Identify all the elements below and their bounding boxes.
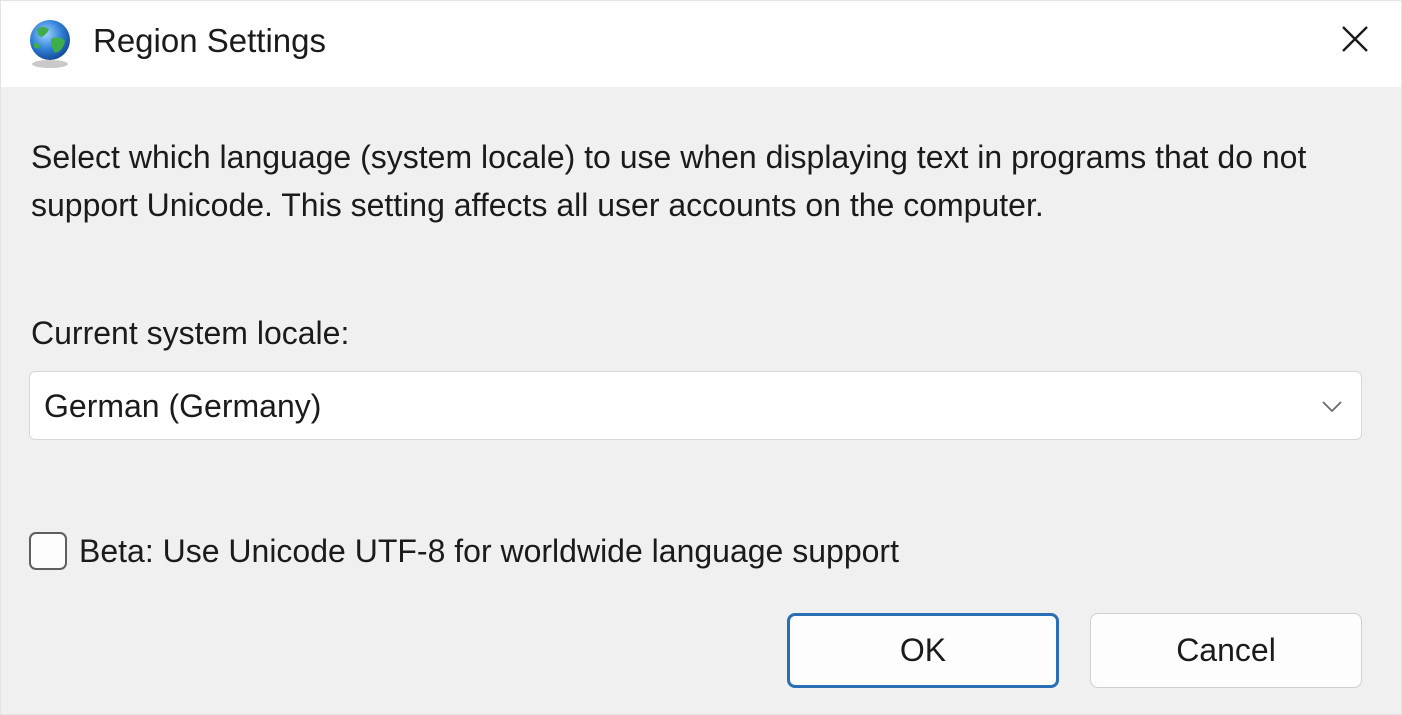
title-bar: Region Settings [1,1,1401,87]
region-settings-dialog: Region Settings Select which language (s… [0,0,1402,715]
beta-utf8-checkbox[interactable] [29,532,67,570]
close-icon [1340,24,1370,59]
locale-description: Select which language (system locale) to… [31,139,1307,223]
selected-locale: German (Germany) [44,388,322,424]
chevron-down-icon [1320,396,1344,416]
ok-button[interactable]: OK [787,613,1059,688]
globe-icon [23,15,77,69]
system-locale-dropdown[interactable]: German (Germany) [29,371,1362,440]
beta-utf8-option[interactable]: Beta: Use Unicode UTF-8 for worldwide la… [29,527,899,575]
window-title: Region Settings [93,22,326,59]
cancel-button[interactable]: Cancel [1090,613,1362,688]
close-button[interactable] [1319,11,1391,71]
beta-utf8-label[interactable]: Beta: Use Unicode UTF-8 for worldwide la… [79,529,899,573]
current-locale-label: Current system locale: [31,315,350,351]
